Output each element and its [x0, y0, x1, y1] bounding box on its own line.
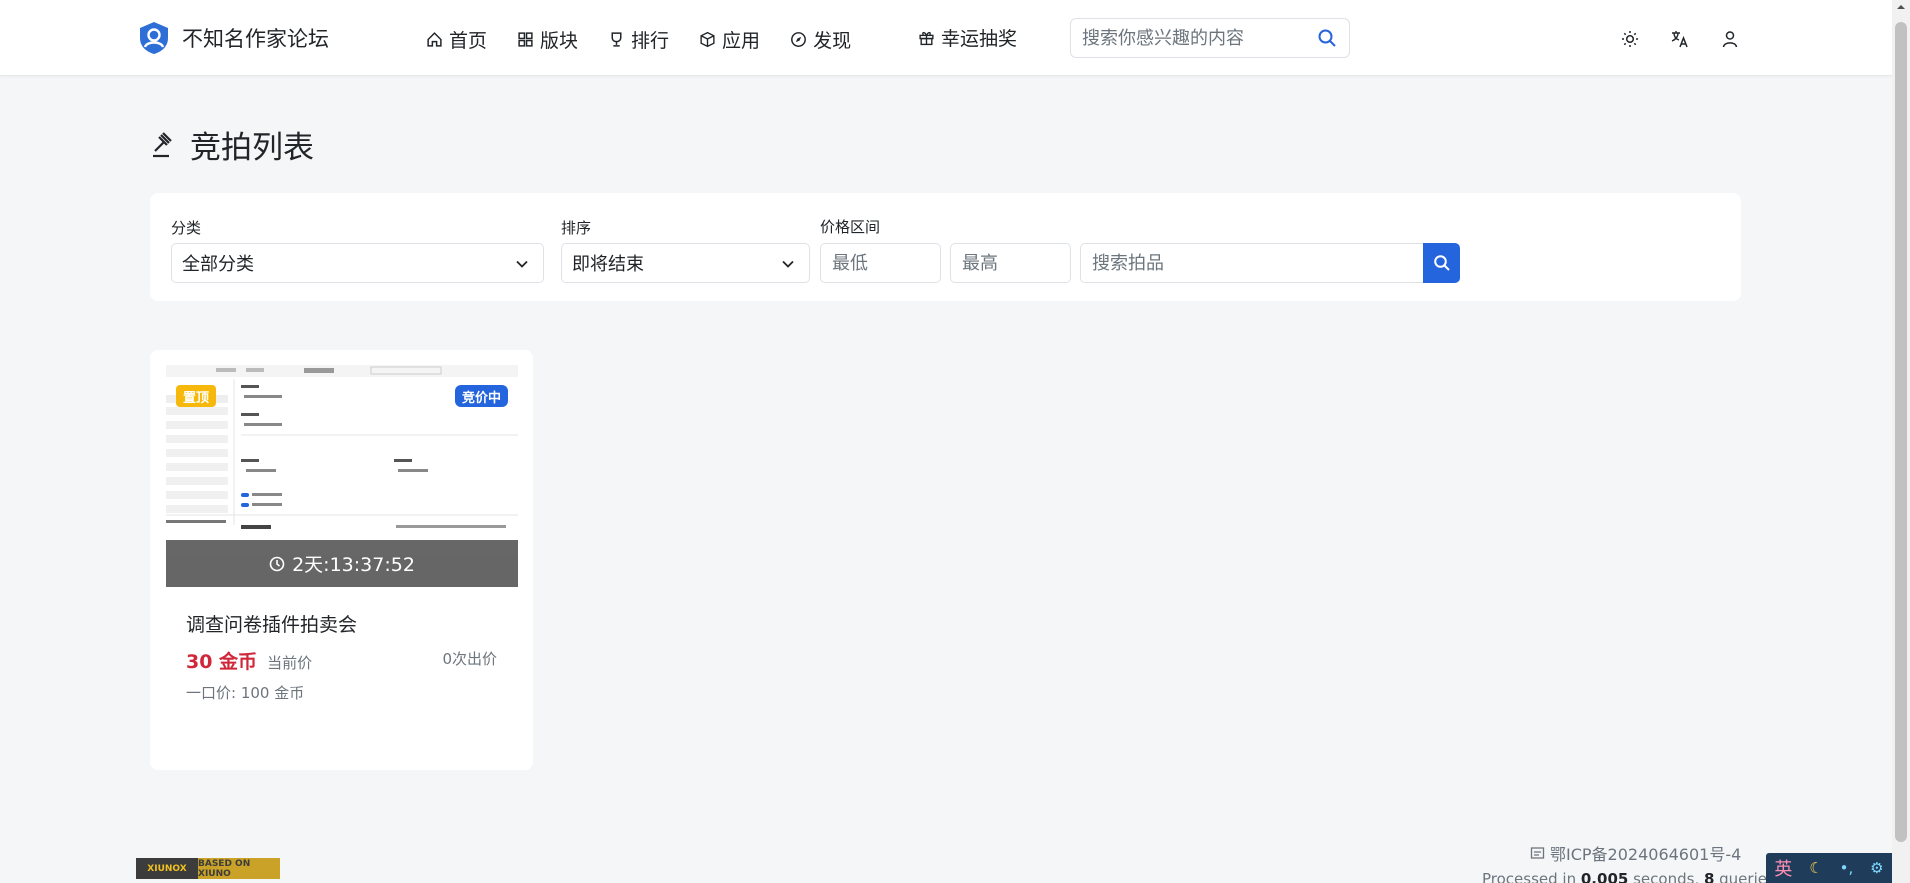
auction-thumbnail[interactable]: 置顶 竞价中 2天:13:37:52 [166, 365, 518, 587]
user-shield-logo-icon [140, 22, 168, 54]
page-heading: 竞拍列表 [150, 122, 314, 166]
nav-item-label: 首页 [449, 29, 488, 52]
home-icon [427, 31, 442, 47]
main-nav: 首页 版块 排行 应用 发现 幸运抽奖 [426, 22, 1017, 56]
theme-toggle-sun-icon[interactable] [1620, 29, 1640, 49]
scroll-up-arrow-icon[interactable] [1896, 2, 1906, 12]
scrollbar-thumb[interactable] [1895, 22, 1907, 842]
nav-item-ranking[interactable]: 排行 [608, 26, 669, 53]
category-label: 分类 [171, 219, 202, 237]
chevron-down-icon [782, 260, 794, 268]
nav-item-apps[interactable]: 应用 [699, 26, 760, 53]
item-search-input[interactable] [1080, 243, 1426, 283]
chevron-down-icon [516, 260, 528, 268]
nav-item-discover[interactable]: 发现 [790, 26, 851, 53]
sort-label: 排序 [561, 219, 592, 237]
pinned-badge: 置顶 [176, 385, 217, 407]
price-min-input[interactable] [820, 243, 941, 283]
badge-right: BASED ON XIUNO [198, 858, 280, 879]
icp-record[interactable]: 鄂ICP备2024064601号-4 [1530, 841, 1741, 865]
badge-left: XIUNOX [136, 858, 198, 879]
countdown-text: 2天:13:37:52 [292, 554, 415, 576]
header-actions [1620, 27, 1740, 51]
compass-icon [791, 31, 807, 47]
nav-item-forums[interactable]: 版块 [517, 26, 578, 53]
nav-item-label: 应用 [722, 29, 761, 52]
gift-icon [919, 31, 934, 46]
sort-select[interactable]: 即将结束 [561, 243, 810, 283]
trophy-icon [611, 31, 622, 47]
top-navbar: 不知名作家论坛 首页 版块 排行 应用 发现 幸运抽奖 [0, 0, 1892, 76]
nav-item-label: 版块 [540, 29, 579, 52]
page-title: 竞拍列表 [190, 129, 314, 166]
search-icon [1433, 255, 1450, 271]
translate-icon[interactable] [1670, 29, 1690, 49]
gavel-icon [153, 132, 172, 158]
site-search [1070, 18, 1350, 58]
nav-item-label: 排行 [631, 29, 670, 52]
processed-seconds-suffix: seconds, [1628, 870, 1704, 883]
xiunox-badge[interactable]: XIUNOX BASED ON XIUNO [136, 858, 280, 879]
auction-title[interactable]: 调查问卷插件拍卖会 [186, 610, 357, 637]
site-search-input[interactable] [1071, 27, 1301, 49]
processed-queries: 8 [1703, 870, 1715, 883]
shield-icon [1530, 846, 1545, 859]
item-search-button[interactable] [1423, 243, 1460, 283]
nav-item-label: 幸运抽奖 [941, 28, 1018, 50]
countdown-bar: 2天:13:37:52 [166, 540, 518, 587]
processed-seconds: 0.005 [1580, 870, 1629, 883]
category-select[interactable]: 全部分类 [171, 243, 544, 283]
grid-icon [518, 31, 533, 47]
ime-toolbar[interactable]: 英 ☾ •, ⚙ [1766, 853, 1892, 883]
current-price: 30 金币 当前价 [186, 647, 312, 674]
user-icon[interactable] [1720, 29, 1740, 49]
category-select-value: 全部分类 [182, 254, 254, 275]
nav-item-home[interactable]: 首页 [426, 26, 487, 53]
filter-panel: 分类 全部分类 排序 即将结束 价格区间 [150, 193, 1741, 301]
bid-count: 0次出价 [442, 650, 497, 668]
box-icon [700, 31, 715, 47]
price-range-label: 价格区间 [820, 218, 881, 236]
settings-gear-icon[interactable]: ⚙ [1870, 859, 1883, 877]
nav-item-label: 发现 [813, 29, 852, 52]
site-name: 不知名作家论坛 [182, 27, 329, 51]
sort-select-value: 即将结束 [572, 254, 644, 275]
price-label: 当前价 [267, 654, 313, 672]
moon-icon[interactable]: ☾ [1809, 859, 1822, 877]
vertical-scrollbar[interactable] [1892, 0, 1910, 883]
buyout-price: 一口价: 100 金币 [186, 684, 305, 702]
price-amount: 30 金币 [186, 651, 258, 673]
clock-icon [269, 556, 285, 571]
price-max-input[interactable] [950, 243, 1071, 283]
search-icon[interactable] [1317, 28, 1337, 48]
auction-card[interactable]: 置顶 竞价中 2天:13:37:52 调查问卷插件拍卖会 30 金币 当前价 0… [150, 350, 533, 770]
icp-text: 鄂ICP备2024064601号-4 [1550, 845, 1742, 864]
status-badge: 竞价中 [454, 385, 508, 407]
punctuation-icon[interactable]: •, [1840, 859, 1854, 877]
ime-language[interactable]: 英 [1774, 855, 1792, 881]
processed-prefix: Processed in [1482, 870, 1581, 883]
site-brand[interactable]: 不知名作家论坛 [136, 19, 329, 57]
nav-item-lucky-draw[interactable]: 幸运抽奖 [918, 24, 1017, 51]
processed-info: Processed in 0.005 seconds, 8 queries [1482, 870, 1775, 883]
